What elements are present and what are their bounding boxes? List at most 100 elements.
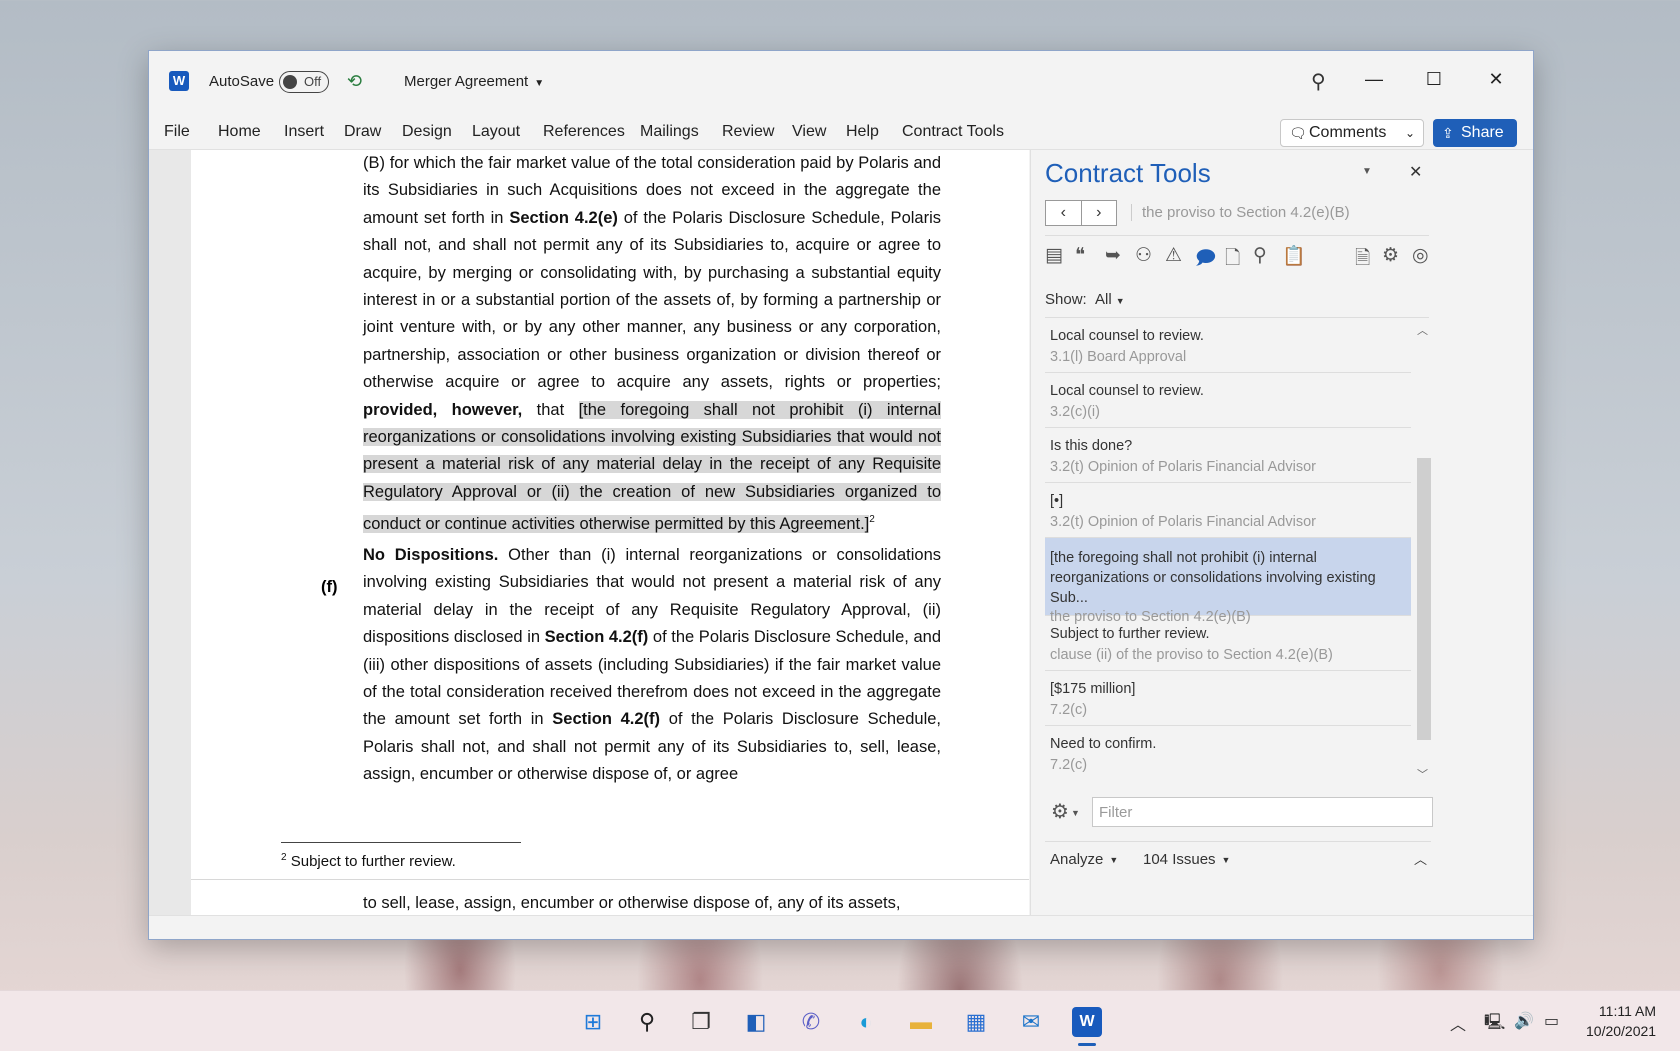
comments-label: Comments bbox=[1309, 124, 1387, 141]
paragraph-next-page[interactable]: to sell, lease, assign, encumber or othe… bbox=[363, 890, 941, 915]
tab-home[interactable]: Home bbox=[218, 123, 261, 141]
autosave-state: Off bbox=[304, 74, 322, 89]
autosave-toggle[interactable]: Off bbox=[279, 71, 329, 93]
show-label: Show: bbox=[1045, 291, 1087, 308]
scroll-down-icon[interactable]: ﹀ bbox=[1417, 766, 1428, 782]
hierarchy-icon[interactable]: ⚇ bbox=[1135, 244, 1152, 267]
tab-references[interactable]: References bbox=[543, 123, 625, 141]
scroll-up-icon[interactable]: ︿ bbox=[1417, 322, 1428, 338]
tab-layout[interactable]: Layout bbox=[472, 123, 520, 141]
tab-contract-tools[interactable]: Contract Tools bbox=[902, 123, 1004, 141]
save-sync-icon[interactable]: ⟲ bbox=[347, 71, 367, 91]
issue-item[interactable]: [•] 3.2(t) Opinion of Polaris Financial A… bbox=[1045, 483, 1411, 538]
tab-mailings[interactable]: Mailings bbox=[640, 123, 699, 141]
pane-options-icon[interactable]: ▼ bbox=[1362, 166, 1372, 177]
chevron-down-icon: ▼ bbox=[1109, 855, 1119, 866]
issue-location: clause (ii) of the proviso to Section 4.… bbox=[1050, 647, 1333, 663]
tab-review[interactable]: Review bbox=[722, 123, 774, 141]
issue-item[interactable]: Is this done? 3.2(t) Opinion of Polaris F… bbox=[1045, 428, 1411, 483]
footnote-text: Subject to further review. bbox=[286, 853, 456, 870]
comments-button[interactable]: 🗨 Comments ⌄ bbox=[1280, 119, 1424, 147]
issue-item-selected[interactable]: [the foregoing shall not prohibit (i) in… bbox=[1045, 538, 1411, 625]
share-label: Share bbox=[1461, 124, 1504, 141]
previous-issue-button[interactable]: ‹ bbox=[1046, 201, 1082, 225]
minimize-button[interactable]: — bbox=[1344, 69, 1404, 90]
edge-browser-icon[interactable]: ◐ bbox=[851, 1007, 881, 1037]
issue-item[interactable]: Subject to further review. clause (ii) of… bbox=[1045, 616, 1411, 671]
highlighted-bracketed-text[interactable]: [the foregoing shall not prohibit (i) in… bbox=[363, 400, 941, 533]
document-icon[interactable]: 🗋 bbox=[1225, 244, 1240, 276]
filter-settings-button[interactable]: ⚙ ▼ bbox=[1051, 799, 1080, 824]
issue-location: 3.2(t) Opinion of Polaris Financial Advi… bbox=[1050, 514, 1316, 530]
scrollbar-thumb[interactable] bbox=[1417, 458, 1431, 740]
document-settings-icon[interactable]: 🗎 bbox=[1355, 244, 1370, 276]
tab-insert[interactable]: Insert bbox=[284, 123, 324, 141]
show-filter[interactable]: Show: All ▼ bbox=[1045, 291, 1125, 308]
search-icon[interactable]: ⚲ bbox=[632, 1007, 662, 1037]
maximize-button[interactable]: ☐ bbox=[1404, 69, 1464, 90]
issue-item[interactable]: Local counsel to review. 3.1(l) Board App… bbox=[1045, 318, 1411, 373]
filter-input[interactable] bbox=[1092, 797, 1433, 827]
tab-help[interactable]: Help bbox=[846, 123, 879, 141]
document-page[interactable]: (B) for which the fair market value of t… bbox=[191, 150, 1029, 915]
word-taskbar-icon[interactable]: W bbox=[1072, 1007, 1102, 1037]
clock-time: 11:11 AM bbox=[1598, 1003, 1656, 1019]
section-reference: Section 4.2(e) bbox=[509, 208, 618, 227]
search-icon[interactable]: ⚲ bbox=[1311, 69, 1326, 94]
text-run: that bbox=[522, 400, 579, 419]
gear-icon[interactable]: ⚙ bbox=[1382, 244, 1399, 267]
issues-count-dropdown[interactable]: 104 Issues ▼ bbox=[1143, 851, 1230, 868]
cross-reference-icon[interactable]: ➥ bbox=[1105, 244, 1121, 267]
mail-icon[interactable]: ✉ bbox=[1016, 1007, 1046, 1037]
issue-item[interactable]: [$175 million] 7.2(c) bbox=[1045, 671, 1411, 726]
section-reference: Section 4.2(f) bbox=[544, 628, 649, 647]
user-account-icon[interactable]: ◎ bbox=[1412, 244, 1429, 267]
network-icon[interactable]: 🖳 bbox=[1484, 1011, 1505, 1038]
clock-date: 10/20/2021 bbox=[1586, 1023, 1657, 1039]
start-windows-icon[interactable]: ⊞ bbox=[578, 1007, 608, 1037]
volume-icon[interactable]: 🔊 bbox=[1514, 1011, 1534, 1031]
document-area[interactable]: (B) for which the fair market value of t… bbox=[149, 150, 1029, 915]
word-app-icon: W bbox=[169, 71, 189, 91]
close-window-button[interactable]: ✕ bbox=[1466, 69, 1526, 90]
paragraph-no-dispositions[interactable]: No Dispositions. Other than (i) internal… bbox=[363, 542, 941, 789]
share-button[interactable]: ⇪ Share bbox=[1433, 119, 1517, 147]
tab-view[interactable]: View bbox=[792, 123, 826, 141]
chat-icon[interactable]: ✆ bbox=[796, 1007, 826, 1037]
issue-list-scrollbar[interactable]: ︿ ﹀ bbox=[1413, 318, 1431, 788]
footnote-reference[interactable]: 2 bbox=[869, 514, 875, 525]
tab-design[interactable]: Design bbox=[402, 123, 452, 141]
footnote[interactable]: 2 Subject to further review. bbox=[281, 852, 456, 870]
active-app-indicator bbox=[1078, 1043, 1096, 1046]
clock[interactable]: 11:11 AM 10/20/2021 bbox=[1586, 1001, 1656, 1041]
task-view-icon[interactable]: ❐ bbox=[686, 1007, 716, 1037]
text-run: of the Polaris Disclosure Schedule, Pola… bbox=[363, 208, 941, 392]
issue-item[interactable]: Need to confirm. 7.2(c) bbox=[1045, 726, 1411, 781]
widgets-icon[interactable]: ◧ bbox=[741, 1007, 771, 1037]
comment-icon[interactable]: 🗩 bbox=[1195, 244, 1216, 276]
show-value: All bbox=[1095, 291, 1112, 308]
chevron-down-icon: ▼ bbox=[1221, 855, 1231, 866]
clipboard-icon[interactable]: 📋 bbox=[1282, 244, 1306, 268]
taskbar: ⊞ ⚲ ❐ ◧ ✆ ◐ ▬ ▦ ✉ W ︿ 🖳 🔊 ▭ 11:11 AM 10/… bbox=[0, 990, 1680, 1051]
tab-draw[interactable]: Draw bbox=[344, 123, 381, 141]
document-title-dropdown[interactable]: Merger Agreement ▼ bbox=[404, 71, 544, 95]
paragraph-acquisitions[interactable]: (B) for which the fair market value of t… bbox=[363, 150, 941, 538]
warning-icon[interactable]: ⚠ bbox=[1165, 244, 1182, 267]
issue-item[interactable]: Local counsel to review. 3.2(c)(i) bbox=[1045, 373, 1411, 428]
outline-icon[interactable]: ▤ bbox=[1045, 244, 1063, 267]
collapse-pane-icon[interactable]: ︿ bbox=[1414, 849, 1427, 868]
analyze-label: Analyze bbox=[1050, 851, 1104, 868]
tab-file[interactable]: File bbox=[164, 123, 190, 141]
show-hidden-icons-chevron-icon[interactable]: ︿ bbox=[1450, 1011, 1466, 1035]
store-icon[interactable]: ▦ bbox=[961, 1007, 991, 1037]
search-icon[interactable]: ⚲ bbox=[1253, 244, 1267, 267]
clause-heading: No Dispositions. bbox=[363, 546, 499, 564]
quote-icon[interactable]: ❝ bbox=[1075, 244, 1085, 267]
next-issue-button[interactable]: › bbox=[1082, 201, 1117, 225]
issue-location: 3.2(t) Opinion of Polaris Financial Advi… bbox=[1050, 459, 1316, 475]
file-explorer-icon[interactable]: ▬ bbox=[906, 1007, 936, 1037]
battery-icon[interactable]: ▭ bbox=[1544, 1011, 1559, 1031]
analyze-dropdown[interactable]: Analyze ▼ bbox=[1050, 851, 1118, 868]
pane-close-icon[interactable]: ✕ bbox=[1409, 162, 1422, 182]
